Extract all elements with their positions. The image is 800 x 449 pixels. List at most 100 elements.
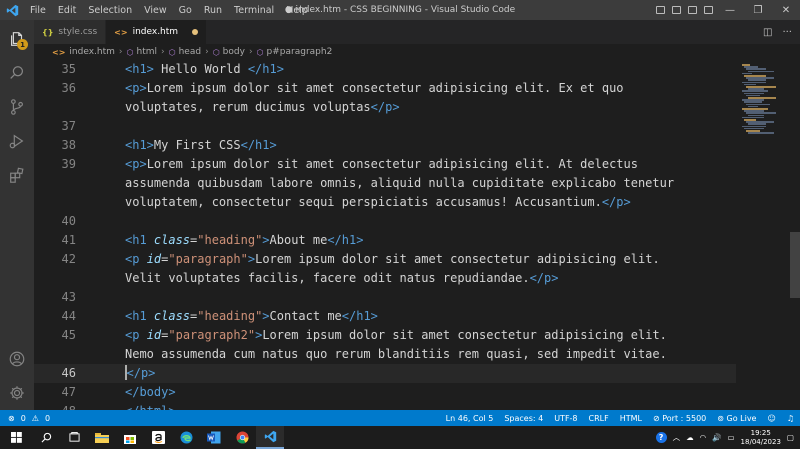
menu-item-terminal[interactable]: Terminal xyxy=(228,5,280,16)
go-live-label: Go Live xyxy=(726,413,757,423)
explorer-icon[interactable]: 1 xyxy=(0,22,34,56)
amazon-icon[interactable] xyxy=(144,426,172,449)
code-editor[interactable]: 35 <h1> Hello World </h1> 36 <p>Lorem ipsum… xyxy=(34,60,736,410)
menu-item-view[interactable]: View xyxy=(138,5,173,16)
split-editor-icon[interactable]: ◫ xyxy=(763,27,772,38)
wifi-icon[interactable]: ◠ xyxy=(700,433,707,442)
editor-scrollbar[interactable] xyxy=(790,232,800,298)
current-code-line[interactable]: 46 </p> xyxy=(34,364,736,383)
chrome-browser-icon[interactable] xyxy=(228,426,256,449)
line-number: 46 xyxy=(61,366,76,380)
code-line[interactable]: 35 <h1> Hello World </h1> xyxy=(34,60,736,79)
code-token-text: Lorem ipsum dolor sit amet consectetur a… xyxy=(146,157,638,171)
code-text: <p id="paragraph">Lorem ipsum dolor sit … xyxy=(125,250,660,269)
more-actions-icon[interactable]: ··· xyxy=(782,27,792,38)
code-line[interactable]: 43 xyxy=(34,288,736,307)
windows-start-icon[interactable] xyxy=(0,426,32,449)
task-view-icon[interactable] xyxy=(60,426,88,449)
code-line[interactable]: 44 <h1 class="heading">Contact me</h1> xyxy=(34,307,736,326)
toggle-panel-icon[interactable] xyxy=(668,0,684,20)
feedback-icon[interactable]: ☺ xyxy=(767,414,775,423)
breadcrumb-file[interactable]: index.htm xyxy=(69,47,114,57)
search-icon[interactable] xyxy=(0,56,34,90)
end-of-line[interactable]: CRLF xyxy=(589,414,609,423)
code-line[interactable]: assumenda quibusdam labore omnis, aliqui… xyxy=(34,174,736,193)
breadcrumb-item[interactable]: head xyxy=(179,47,201,57)
code-line[interactable]: 40 xyxy=(34,212,736,231)
source-control-icon[interactable] xyxy=(0,90,34,124)
menu-item-run[interactable]: Run xyxy=(198,5,228,16)
menu-item-file[interactable]: File xyxy=(24,5,52,16)
vscode-taskbar-icon[interactable] xyxy=(256,426,284,449)
code-line[interactable]: voluptatem, consectetur sequi perspiciat… xyxy=(34,193,736,212)
settings-gear-icon[interactable] xyxy=(0,376,34,410)
code-line[interactable]: Velit voluptates facilis, facere odit na… xyxy=(34,269,736,288)
customize-layout-icon[interactable] xyxy=(700,0,716,20)
extensions-icon[interactable] xyxy=(0,158,34,192)
volume-icon[interactable]: 🔊 xyxy=(712,433,721,442)
code-line[interactable]: 38 <h1>My First CSS</h1> xyxy=(34,136,736,155)
warning-count[interactable]: 0 xyxy=(45,414,50,423)
minimize-button[interactable]: — xyxy=(716,0,744,20)
file-explorer-icon[interactable] xyxy=(88,426,116,449)
error-count[interactable]: 0 xyxy=(21,414,26,423)
code-token-tag: </h1> xyxy=(247,62,284,76)
chevron-up-icon[interactable]: ︿ xyxy=(673,432,681,443)
clock[interactable]: 19:25 18/04/2023 xyxy=(741,429,781,447)
menu-item-selection[interactable]: Selection xyxy=(82,5,138,16)
unsaved-dot-icon[interactable] xyxy=(192,29,199,35)
menu-item-help[interactable]: Help xyxy=(280,5,314,16)
notifications-bell-icon[interactable]: ♫ xyxy=(787,414,794,423)
help-icon[interactable]: ? xyxy=(655,432,667,443)
line-number: 36 xyxy=(61,81,76,95)
toggle-secondary-sidebar-icon[interactable] xyxy=(684,0,700,20)
microsoft-store-icon[interactable] xyxy=(116,426,144,449)
code-token-tag: </body> xyxy=(125,385,176,399)
indentation[interactable]: Spaces: 4 xyxy=(504,414,543,423)
code-line[interactable]: 42 <p id="paragraph">Lorem ipsum dolor si… xyxy=(34,250,736,269)
breadcrumb-item[interactable]: html xyxy=(136,47,157,57)
code-line[interactable]: 48 </html> xyxy=(34,402,736,410)
code-token-text: Contact me xyxy=(269,309,342,323)
search-icon[interactable] xyxy=(32,426,60,449)
code-line[interactable]: voluptates, rerum ducimus voluptas</p> xyxy=(34,98,736,117)
word-icon[interactable] xyxy=(200,426,228,449)
code-token-tag: <p xyxy=(125,252,147,266)
line-number: 48 xyxy=(34,402,76,410)
code-line[interactable]: Nemo assumenda cum natus quo rerum bland… xyxy=(34,345,736,364)
toggle-primary-sidebar-icon[interactable] xyxy=(652,0,668,20)
battery-icon[interactable]: ▭ xyxy=(727,433,734,442)
breadcrumb-item[interactable]: body xyxy=(223,47,245,57)
language-mode[interactable]: HTML xyxy=(620,414,642,423)
close-window-button[interactable]: ✕ xyxy=(772,0,800,20)
cloud-icon[interactable]: ☁ xyxy=(686,433,694,442)
code-line[interactable]: 47 </body> xyxy=(34,383,736,402)
activity-bar: 1 xyxy=(0,20,34,410)
css-file-icon: {} xyxy=(42,27,54,37)
error-icon[interactable]: ⊗ xyxy=(8,414,15,423)
code-line[interactable]: 39 <p>Lorem ipsum dolor sit amet consecte… xyxy=(34,155,736,174)
notification-icon[interactable]: ▢ xyxy=(787,433,794,442)
code-token-str: "heading" xyxy=(197,309,263,323)
tab-style-css[interactable]: {} style.css xyxy=(34,20,107,44)
code-line[interactable]: 45 <p id="paragraph2">Lorem ipsum dolor s… xyxy=(34,326,736,345)
code-line[interactable]: 41 <h1 class="heading">About me</h1> xyxy=(34,231,736,250)
code-line[interactable]: 36 <p>Lorem ipsum dolor sit amet consecte… xyxy=(34,79,736,98)
account-icon[interactable] xyxy=(0,342,34,376)
edge-browser-icon[interactable] xyxy=(172,426,200,449)
warning-icon[interactable]: ⚠ xyxy=(32,414,39,423)
code-text: <p>Lorem ipsum dolor sit amet consectetu… xyxy=(125,155,638,174)
restore-button[interactable]: ❐ xyxy=(744,0,772,20)
run-debug-icon[interactable] xyxy=(0,124,34,158)
go-live-button[interactable]: ⊚ Go Live xyxy=(717,414,756,423)
encoding[interactable]: UTF-8 xyxy=(554,414,577,423)
breadcrumb-item[interactable]: p#paragraph2 xyxy=(267,47,333,57)
cursor-position[interactable]: Ln 46, Col 5 xyxy=(446,414,494,423)
code-line[interactable]: 37 xyxy=(34,117,736,136)
live-server-port[interactable]: ⊘ Port : 5500 xyxy=(653,414,706,423)
tab-index-htm[interactable]: <> index.htm xyxy=(106,20,208,44)
menu-item-edit[interactable]: Edit xyxy=(52,5,82,16)
minimap[interactable] xyxy=(736,60,792,410)
code-text: <h1>My First CSS</h1> xyxy=(125,136,277,155)
menu-item-go[interactable]: Go xyxy=(173,5,198,16)
